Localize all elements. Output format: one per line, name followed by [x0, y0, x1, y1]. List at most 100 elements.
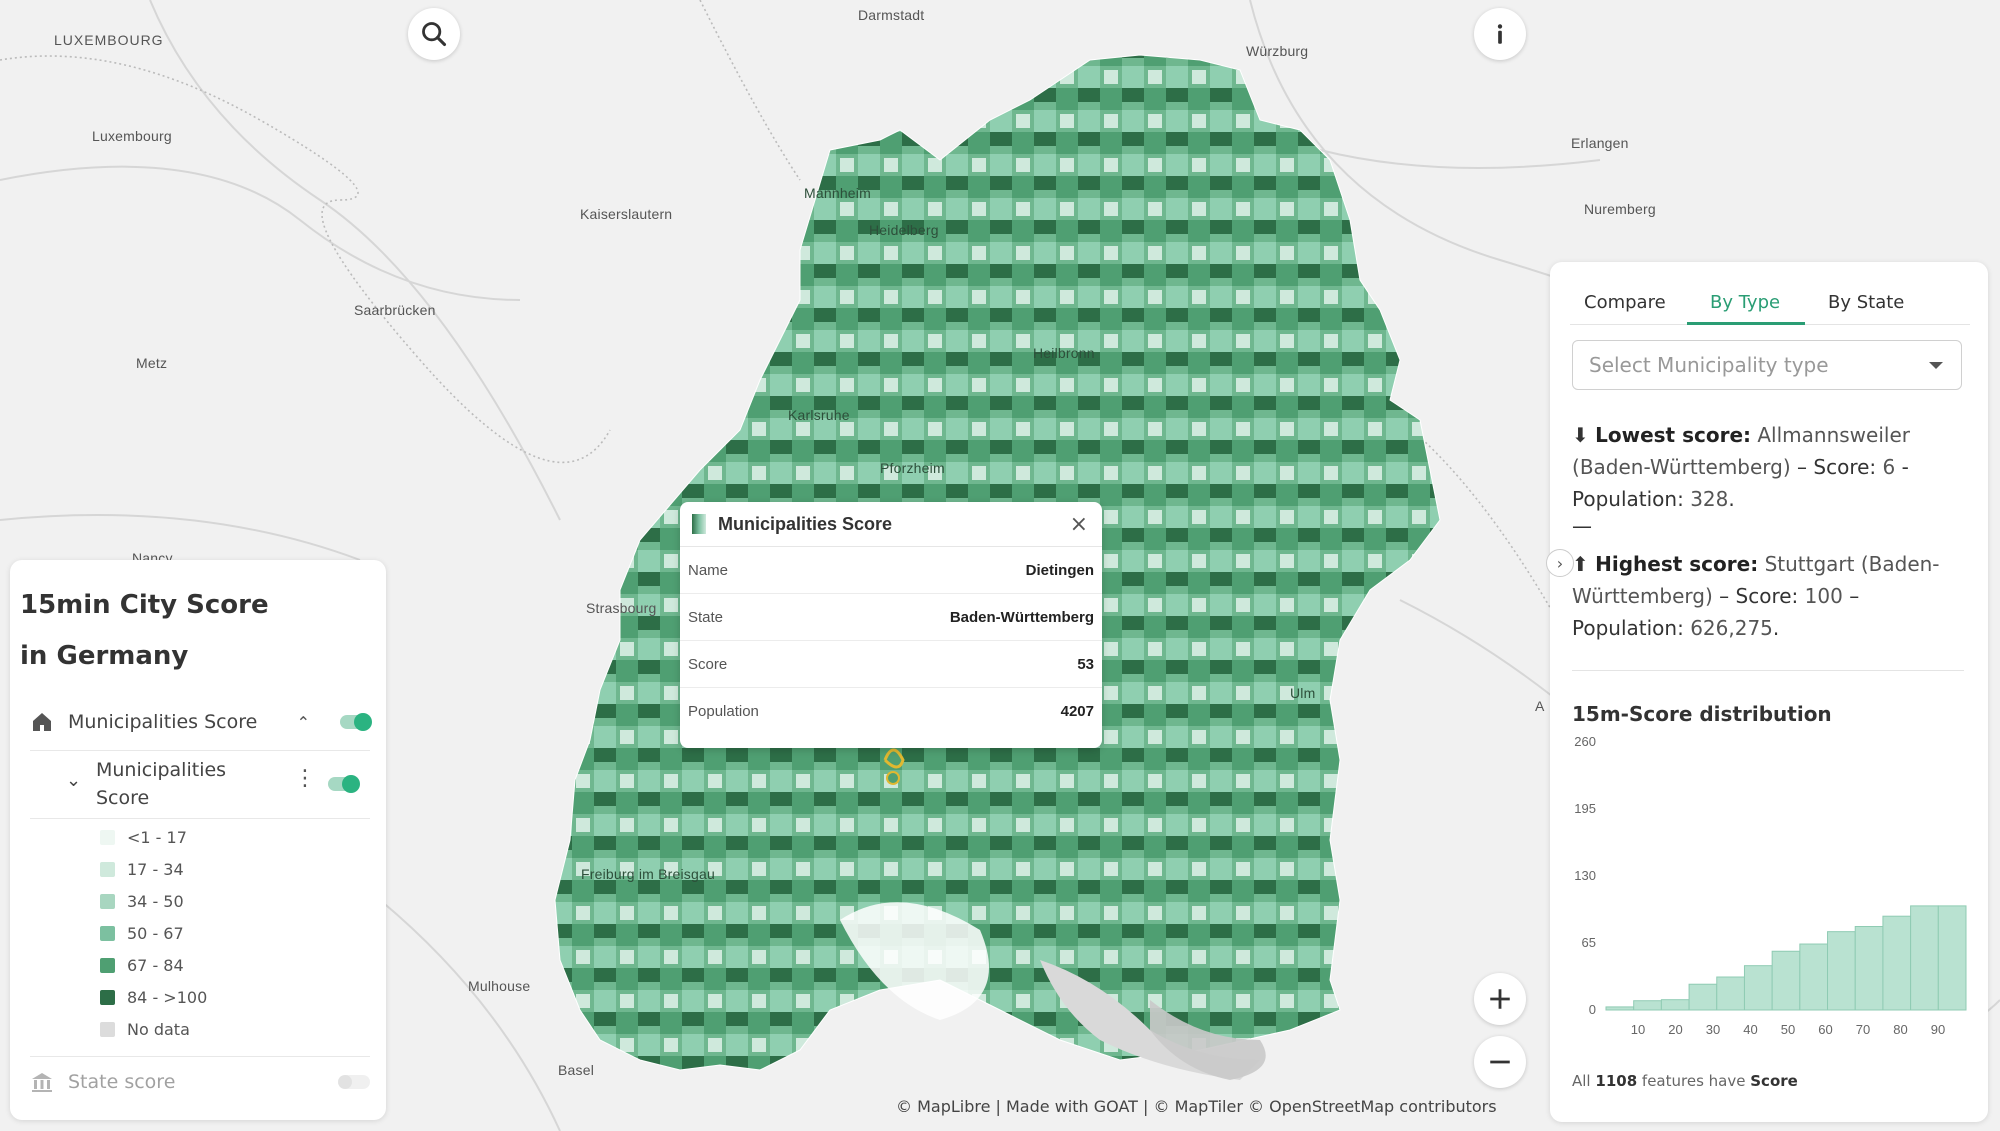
- highest-pop-label: Population:: [1572, 616, 1684, 640]
- active-tab-indicator: [1687, 322, 1805, 325]
- lowest-score-value: 6: [1882, 455, 1896, 479]
- chevron-down-icon[interactable]: ⌄: [66, 770, 81, 791]
- histogram-bar[interactable]: [1605, 1006, 1635, 1011]
- popup-title: Municipalities Score: [718, 513, 893, 534]
- footer-field: Score: [1750, 1072, 1798, 1090]
- highest-score-label: Highest score:: [1595, 552, 1759, 576]
- feature-popup: Municipalities Score × Name Dietingen Sta…: [680, 502, 1102, 748]
- state-score-label: State score: [68, 1071, 176, 1093]
- map-label-freiburg: Freiburg im Breisgau: [581, 866, 715, 882]
- histogram-bar[interactable]: [1633, 1000, 1662, 1011]
- layer-group-row[interactable]: Municipalities Score ⌃: [30, 710, 372, 734]
- lowest-score-state: Baden-Württemberg: [1579, 455, 1783, 479]
- legend-swatch: [100, 862, 115, 877]
- layer-group-toggle[interactable]: [340, 713, 372, 731]
- popup-row-value: Baden-Württemberg: [949, 608, 1094, 626]
- legend-item: 67 - 84: [100, 956, 184, 975]
- histogram-bar[interactable]: [1827, 931, 1856, 1011]
- building-icon: [32, 1073, 52, 1092]
- histogram-bar[interactable]: [1910, 905, 1939, 1011]
- histogram-bar[interactable]: [1882, 915, 1912, 1011]
- divider: [30, 818, 370, 819]
- histogram-bar[interactable]: [1743, 965, 1773, 1011]
- map-label-kaiserslautern: Kaiserslautern: [580, 206, 673, 222]
- panel-title: 15min City Score in Germany: [20, 580, 269, 682]
- tab-by-state[interactable]: By State: [1828, 292, 1904, 313]
- map-label-a: A: [1535, 698, 1545, 714]
- tab-by-type[interactable]: By Type: [1710, 292, 1780, 313]
- legend-label: 17 - 34: [127, 860, 184, 879]
- panel-title-line2: in Germany: [20, 641, 189, 671]
- highest-score-value: 100: [1804, 584, 1843, 608]
- tab-compare[interactable]: Compare: [1584, 292, 1666, 313]
- map-label-mulhouse: Mulhouse: [468, 978, 531, 994]
- y-tick-label: 195: [1574, 801, 1596, 816]
- zoom-in-button[interactable]: [1474, 973, 1526, 1025]
- distribution-title: 15m-Score distribution: [1572, 702, 1832, 726]
- info-button[interactable]: [1474, 8, 1526, 60]
- popup-row-value: 53: [1077, 655, 1094, 673]
- arrow-down-icon: ⬇: [1572, 423, 1589, 447]
- histogram-bar[interactable]: [1660, 999, 1690, 1011]
- x-tick-label: 80: [1893, 1022, 1907, 1037]
- popup-row: Score 53: [680, 641, 1102, 688]
- home-icon: [33, 713, 51, 731]
- x-tick-label: 90: [1931, 1022, 1945, 1037]
- municipality-type-select[interactable]: Select Municipality type: [1572, 340, 1962, 390]
- map-label-ulm: Ulm: [1290, 685, 1316, 701]
- popup-row-label: State: [688, 608, 724, 626]
- legend-label: 34 - 50: [127, 892, 184, 911]
- legend-swatch: [100, 1022, 115, 1037]
- layer-name: Municipalities Score: [96, 756, 226, 812]
- histogram-bar[interactable]: [1771, 950, 1801, 1011]
- x-tick-label: 10: [1631, 1022, 1645, 1037]
- state-score-row[interactable]: State score: [30, 1070, 370, 1094]
- chevron-up-icon[interactable]: ⌃: [297, 713, 310, 732]
- divider: [30, 1056, 370, 1057]
- highest-score-name: Stuttgart: [1764, 552, 1855, 576]
- map-label-luxembourg: Luxembourg: [92, 128, 172, 144]
- legend-label: No data: [127, 1020, 190, 1039]
- zoom-out-button[interactable]: [1474, 1036, 1526, 1088]
- legend-item: 34 - 50: [100, 892, 184, 911]
- minus-icon: [1490, 1060, 1510, 1064]
- map-attribution[interactable]: © MapLibre | Made with GOAT | © MapTiler…: [896, 1097, 1497, 1116]
- lowest-score-label: Lowest score:: [1595, 423, 1752, 447]
- y-tick-label: 260: [1574, 734, 1596, 749]
- collapse-panel-button[interactable]: ›: [1546, 549, 1574, 577]
- paren-open: (: [1860, 552, 1869, 576]
- y-tick-label: 130: [1574, 868, 1596, 883]
- map-label-darmstadt: Darmstadt: [858, 7, 925, 23]
- search-button[interactable]: [408, 8, 460, 60]
- state-score-toggle[interactable]: [338, 1075, 370, 1089]
- histogram-bar[interactable]: [1716, 976, 1745, 1011]
- map-label-nuremberg: Nuremberg: [1584, 201, 1656, 217]
- map-label-luxembourg-country: LUXEMBOURG: [54, 32, 164, 48]
- popup-row: Name Dietingen: [680, 547, 1102, 594]
- layer-toggle[interactable]: [328, 775, 360, 793]
- close-icon[interactable]: ×: [1070, 512, 1088, 537]
- panel-title-line1: 15min City Score: [20, 590, 269, 620]
- legend-item: No data: [100, 1020, 190, 1039]
- popup-row: Population 4207: [680, 688, 1102, 734]
- paren-open: (: [1572, 455, 1580, 479]
- legend-item: 17 - 34: [100, 860, 184, 879]
- map-label-basel: Basel: [558, 1062, 595, 1078]
- plus-icon: [1490, 989, 1510, 1009]
- legend-item: 84 - >100: [100, 988, 207, 1007]
- histogram-bar[interactable]: [1937, 905, 1967, 1011]
- histogram-bar[interactable]: [1854, 926, 1884, 1011]
- histogram-bar[interactable]: [1799, 943, 1829, 1011]
- map-label-erlangen: Erlangen: [1571, 135, 1629, 151]
- y-tick-label: 0: [1589, 1002, 1596, 1017]
- footer-prefix: All: [1572, 1072, 1591, 1090]
- legend-label: 67 - 84: [127, 956, 184, 975]
- x-tick-label: 50: [1781, 1022, 1795, 1037]
- popup-header: Municipalities Score ×: [680, 502, 1102, 547]
- layer-group-label: Municipalities Score: [68, 711, 258, 733]
- more-options-icon[interactable]: ⋮: [294, 768, 316, 790]
- legend-label: <1 - 17: [127, 828, 187, 847]
- histogram-bar[interactable]: [1688, 983, 1718, 1011]
- caret-down-icon: [1929, 361, 1943, 369]
- features-footer: All 1108 features have Score: [1572, 1072, 1798, 1090]
